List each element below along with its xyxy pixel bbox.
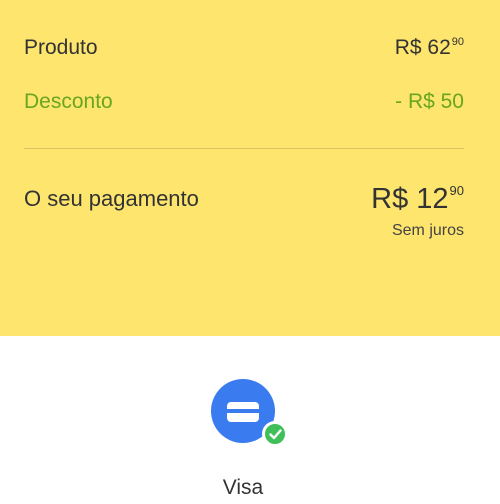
product-price-cents: 90 — [451, 36, 464, 48]
check-mark — [269, 429, 282, 440]
total-row: O seu pagamento R$ 1290 — [24, 182, 464, 221]
payment-method-label[interactable]: Visa — [0, 476, 486, 500]
total-currency: R$ — [371, 183, 409, 215]
installments-note: Sem juros — [391, 222, 464, 239]
total-label: O seu pagamento — [24, 186, 199, 211]
total-price: R$ 1290 — [371, 182, 464, 221]
order-summary-panel: Produto R$ 6290 Desconto - R$ 50 O seu p… — [0, 0, 500, 336]
divider — [24, 148, 464, 149]
total-price-cents: 90 — [449, 183, 464, 198]
check-icon — [262, 421, 288, 447]
product-price-whole: 62 — [427, 36, 451, 59]
product-price: R$ 6290 — [395, 36, 464, 60]
card-glyph — [227, 402, 259, 422]
product-currency: R$ — [394, 36, 422, 59]
product-row: Produto R$ 6290 — [24, 36, 464, 60]
product-label: Produto — [24, 36, 98, 59]
credit-card-icon[interactable] — [211, 379, 288, 447]
total-price-whole: 12 — [416, 183, 449, 215]
discount-amount: - R$ 50 — [395, 90, 464, 113]
discount-row: Desconto - R$ 50 — [24, 90, 464, 114]
card-stripe — [227, 409, 259, 413]
discount-label: Desconto — [24, 90, 113, 113]
